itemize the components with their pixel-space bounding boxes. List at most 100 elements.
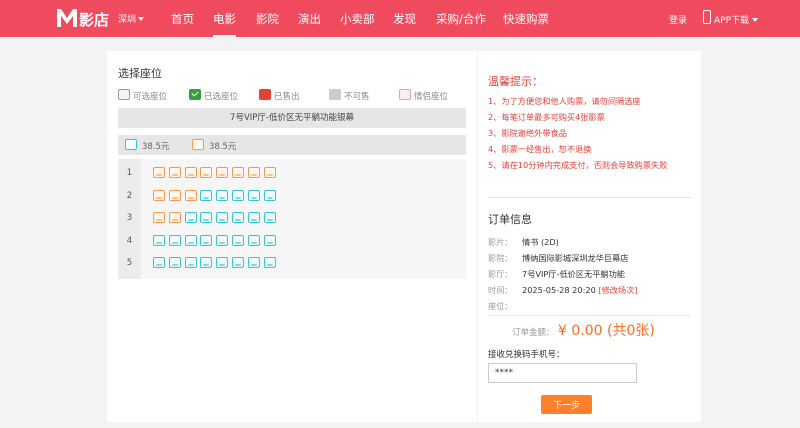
seat-3-5[interactable] [216,212,229,223]
row-number: 5 [126,258,133,268]
couple-seat-icon [399,89,411,100]
legend-selected-label: 已选座位 [204,92,239,102]
hall-value: 7号VIP厅-低价区无平躺功能 [522,269,625,279]
film-value: 情书 (2D) [522,237,559,247]
order-amount-label: 订单金额： [512,328,555,338]
nav-cinemas[interactable]: 影院 [256,11,279,27]
legend-couple-label: 情侣座位 [414,92,449,102]
seat-5-4[interactable] [200,257,213,268]
seat-1-1[interactable] [153,167,165,178]
seat-4-8[interactable] [263,234,276,246]
app-download-link[interactable]: APP下载 [714,13,758,26]
seat-3-4[interactable] [200,212,213,223]
legend-available: 可选座位 [118,89,184,103]
nav-movies[interactable]: 电影 [213,11,236,37]
tip-item: 4、影票一经售出，恕不退换 [488,144,592,154]
logo-text[interactable]: 影店 [79,9,109,30]
row-number: 1 [126,168,133,178]
seat-4-5[interactable] [216,234,229,246]
price-label: 38.5元 [142,142,170,152]
seat-4-1[interactable] [153,234,165,246]
nav-snack-shop[interactable]: 小卖部 [340,11,375,27]
top-nav-bar: 影店 深圳 首页 电影 影院 演出 小卖部 发现 采购/合作 快速购票 登录 A… [0,0,800,37]
seat-4-2[interactable] [168,234,181,246]
tip-item: 2、每笔订单最多可购买4张影票 [488,112,605,122]
seat-5-5[interactable] [216,257,229,268]
nav-discover[interactable]: 发现 [393,11,416,27]
seat-1-6[interactable] [232,167,244,178]
tip-item: 1、为了方便您和他人购票，请勿间隔选座 [488,96,641,106]
phone-icon [703,10,711,24]
seat-1-2[interactable] [168,167,181,178]
seat-1-4[interactable] [200,167,213,178]
seat-5-3[interactable] [184,257,197,268]
selected-seat-icon [189,89,201,100]
seat-3-3[interactable] [184,212,197,223]
seat-4-6[interactable] [232,234,244,246]
sold-seat-icon [259,89,271,100]
phone-number-input[interactable] [488,363,637,383]
price-label: 38.5元 [209,142,237,152]
seat-5-7[interactable] [247,257,260,268]
legend-unavailable: 不可售 [329,89,389,103]
nav-home[interactable]: 首页 [171,11,194,27]
seat-selection-panel: 选择座位 可选座位 已选座位 已售出 不可售 情侣座位 7号VIP厅-低价区无平… [107,51,477,422]
legend-sold: 已售出 [259,89,319,103]
seat-3-6[interactable] [232,212,244,223]
divider [488,197,691,198]
nav-shows[interactable]: 演出 [298,11,321,27]
city-selector[interactable]: 深圳 [118,12,144,25]
order-side-panel: 温馨提示： 1、为了方便您和他人购票，请勿间隔选座 2、每笔订单最多可购买4张影… [478,51,701,422]
modify-showtime-link[interactable]: [修改场次] [598,285,637,295]
legend-selected: 已选座位 [189,89,255,103]
seat-5-8[interactable] [263,257,276,268]
seat-section-title: 选择座位 [118,67,162,80]
seat-5-6[interactable] [232,257,244,268]
seat-1-8[interactable] [263,167,276,178]
seat-4-7[interactable] [247,234,260,246]
price-bar: 38.5元 38.5元 [118,135,466,155]
seat-2-1[interactable] [153,189,165,201]
seat-map: 1 2 3 4 5 [118,159,466,279]
seat-3-8[interactable] [263,212,276,223]
seat-5-2[interactable] [168,257,181,268]
seat-price-icon [192,139,204,150]
hall-label: 影厅： [488,269,513,279]
login-link[interactable]: 登录 [669,13,687,26]
seat-4-4[interactable] [200,234,213,246]
seat-2-7[interactable] [247,189,260,201]
seat-5-1[interactable] [153,257,165,268]
seat-3-1[interactable] [153,212,165,223]
seat-label: 座位： [488,301,513,311]
legend-unavailable-label: 不可售 [344,92,370,102]
nav-quick-ticket[interactable]: 快速购票 [503,11,549,27]
seat-2-8[interactable] [263,189,276,201]
seat-1-3[interactable] [184,167,197,178]
seat-1-5[interactable] [216,167,229,178]
seat-3-2[interactable] [168,212,181,223]
tip-item: 3、影院谢绝外带食品 [488,128,567,138]
time-label: 时间： [488,285,513,295]
cinema-value: 博纳国际影城深圳龙华巨幕店 [522,253,629,263]
logo-m-icon[interactable] [56,7,78,29]
row-number: 4 [126,235,133,246]
divider [488,315,691,316]
next-step-button[interactable]: 下一步 [541,395,592,414]
time-value: 2025-05-28 20:20 [522,285,596,295]
legend-sold-label: 已售出 [274,92,300,102]
seat-3-7[interactable] [247,212,260,223]
seat-2-3[interactable] [184,189,197,201]
unavailable-seat-icon [329,89,341,100]
phone-number-label: 接收兑换码手机号： [488,350,565,360]
seat-2-5[interactable] [216,189,229,201]
seat-4-3[interactable] [184,234,197,246]
seat-2-2[interactable] [168,189,181,201]
seat-2-6[interactable] [232,189,244,201]
seat-1-7[interactable] [247,167,260,178]
available-seat-icon [118,89,130,100]
tip-item: 5、请在10分钟内完成支付，否则会导致购票失败 [488,160,668,170]
seat-2-4[interactable] [200,189,213,201]
nav-purchase-cooperation[interactable]: 采购/合作 [436,11,486,27]
cinema-label: 影院： [488,253,513,263]
film-label: 影片： [488,237,513,247]
